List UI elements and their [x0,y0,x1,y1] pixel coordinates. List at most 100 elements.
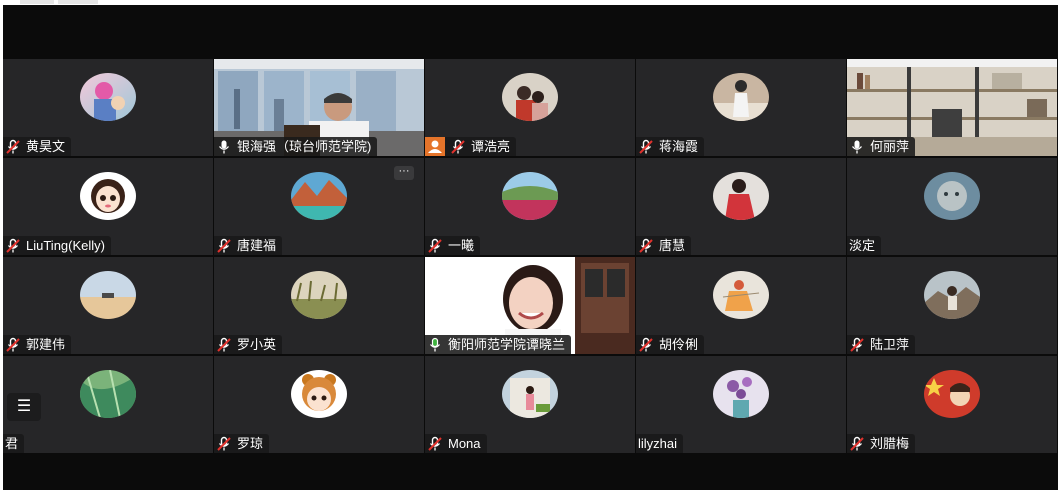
participant-name: 淡定 [849,238,876,253]
participant-avatar [291,172,347,220]
participant-name: 一曦 [448,238,475,253]
participant-tile[interactable]: 刘腊梅 [847,356,1057,453]
participant-tile[interactable]: 淡定 [847,158,1057,255]
participant-name: 衡阳师范学院谭晓兰 [448,337,566,352]
mic-muted-icon [638,238,654,254]
participant-nametag: 唐建福 [214,236,283,255]
mic-muted-icon [216,436,232,452]
participant-name: 蒋海霞 [659,139,699,154]
participant-tile[interactable]: lilyzhai [636,356,846,453]
participant-tile[interactable]: 何丽萍 [847,59,1057,156]
participant-nametag: 陆卫萍 [847,335,916,354]
mic-muted-icon [638,337,654,353]
participant-nametag: 唐慧 [636,236,692,255]
participant-nametag: LiuTing(Kelly) [3,236,111,255]
participant-avatar [291,271,347,319]
participant-name: 君 [5,436,19,451]
mic-muted-icon [5,238,21,254]
mic-muted-icon [5,139,21,155]
participant-name: 陆卫萍 [870,337,910,352]
participant-avatar [502,172,558,220]
participant-nametag: 一曦 [425,236,481,255]
mic-muted-icon [849,436,865,452]
participant-avatar [502,73,558,121]
more-dots-icon[interactable]: ··· [394,166,414,180]
participant-tile[interactable]: LiuTing(Kelly) [3,158,213,255]
participant-name: 唐建福 [237,238,277,253]
participant-tile[interactable]: 罗小英 [214,257,424,354]
participant-nametag: 蒋海霞 [636,137,705,156]
participant-tile[interactable]: 谭浩亮 [425,59,635,156]
participant-avatar [713,271,769,319]
participant-tile[interactable]: 郭建伟 [3,257,213,354]
participant-name: 罗琼 [237,436,264,451]
participant-nametag: 胡伶俐 [636,335,705,354]
participant-tile[interactable]: 衡阳师范学院谭晓兰 [425,257,635,354]
participant-grid: 黄昊文 银海强（琼台师范学院) 谭浩亮 蒋海霞 何丽萍 LiuTing(Kelly) ···… [3,59,1058,457]
bottom-bar [3,457,1058,490]
participant-nametag: 何丽萍 [847,137,916,156]
participant-nametag: 郭建伟 [3,335,72,354]
mic-muted-icon [849,337,865,353]
participant-avatar [924,172,980,220]
participant-tile[interactable]: 罗琼 [214,356,424,453]
participant-name: 胡伶俐 [659,337,699,352]
participant-avatar [713,370,769,418]
participant-tile[interactable]: 陆卫萍 [847,257,1057,354]
participant-nametag: 君 [3,434,25,453]
mic-muted-icon [450,139,466,155]
mic-muted-icon [216,238,232,254]
participant-tile[interactable]: 胡伶俐 [636,257,846,354]
participant-nametag: 罗琼 [214,434,270,453]
participant-avatar [80,172,136,220]
participant-nametag: 银海强（琼台师范学院) [214,137,378,156]
participant-avatar [924,271,980,319]
participant-tile[interactable]: 黄昊文 [3,59,213,156]
participant-name: Mona [448,436,481,451]
mic-icon [216,139,232,155]
participant-nametag: 淡定 [847,236,882,255]
mic-muted-icon [638,139,654,155]
participant-name: 刘腊梅 [870,436,910,451]
participant-avatar [713,172,769,220]
participant-tile[interactable]: ··· 唐建福 [214,158,424,255]
host-person-icon [425,137,445,156]
mic-icon [849,139,865,155]
mic-muted-icon [5,337,21,353]
participant-name: 罗小英 [237,337,277,352]
participant-nametag: 衡阳师范学院谭晓兰 [425,335,572,354]
participant-tile[interactable]: 蒋海霞 [636,59,846,156]
participant-nametag: 谭浩亮 [425,137,517,156]
participant-name: lilyzhai [638,436,678,451]
participant-avatar [80,73,136,121]
participant-name: 黄昊文 [26,139,66,154]
top-tab[interactable] [58,0,98,4]
mic-muted-icon [427,238,443,254]
participant-nametag: 刘腊梅 [847,434,916,453]
participant-name: 何丽萍 [870,139,910,154]
participant-name: 郭建伟 [26,337,66,352]
participant-tile[interactable]: Mona [425,356,635,453]
participant-nametag: lilyzhai [636,434,684,453]
mic-muted-icon [216,337,232,353]
list-icon: ☰ [16,398,32,415]
participant-name: 谭浩亮 [471,139,511,154]
participant-list-button[interactable]: ☰ [7,393,41,421]
participant-tile[interactable]: ☰ 君 [3,356,213,453]
video-area: 黄昊文 银海强（琼台师范学院) 谭浩亮 蒋海霞 何丽萍 LiuTing(Kelly) ···… [3,5,1058,490]
participant-tile[interactable]: 一曦 [425,158,635,255]
participant-tile[interactable]: 唐慧 [636,158,846,255]
participant-name: 唐慧 [659,238,686,253]
participant-avatar [80,370,136,418]
participant-nametag: Mona [425,434,487,453]
participant-name: 银海强（琼台师范学院) [237,139,372,154]
participant-avatar [502,370,558,418]
top-tab[interactable] [20,0,54,4]
mic-speaking-icon [427,337,443,353]
mic-muted-icon [427,436,443,452]
participant-tile[interactable]: 银海强（琼台师范学院) [214,59,424,156]
participant-avatar [713,73,769,121]
participant-nametag: 黄昊文 [3,137,72,156]
participant-avatar [924,370,980,418]
meeting-window: 黄昊文 银海强（琼台师范学院) 谭浩亮 蒋海霞 何丽萍 LiuTing(Kelly) ···… [0,0,1060,494]
